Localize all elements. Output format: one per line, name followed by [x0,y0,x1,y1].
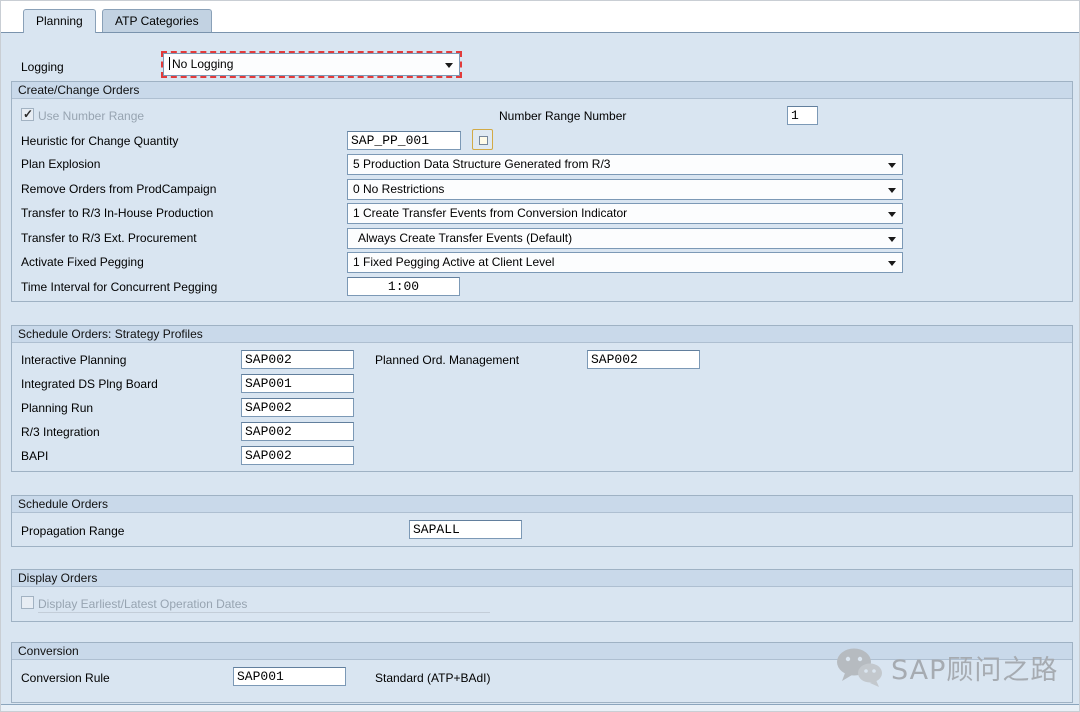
display-earliest-latest-label: Display Earliest/Latest Operation Dates [38,597,247,611]
propagation-range-input[interactable] [409,520,522,539]
tab-planning[interactable]: Planning [23,9,96,33]
plan-explosion-value: 5 Production Data Structure Generated fr… [353,157,610,171]
group-strategy-profiles: Schedule Orders: Strategy Profiles [11,325,1073,472]
dropdown-arrow-icon [888,212,896,217]
watermark: SAP顾问之路 [835,646,1058,688]
logging-value: No Logging [172,57,233,71]
transfer-inhouse-dropdown[interactable]: 1 Create Transfer Events from Conversion… [347,203,903,224]
transfer-ext-label: Transfer to R/3 Ext. Procurement [21,231,197,245]
heuristic-input[interactable] [347,131,461,150]
tab-planning-label: Planning [36,14,83,28]
dropdown-arrow-icon [888,188,896,193]
number-range-number-input[interactable] [787,106,818,125]
number-range-number-label: Number Range Number [499,109,626,123]
group-title-schedule-orders: Schedule Orders [12,496,1072,513]
heuristic-detail-button[interactable] [472,129,493,150]
transfer-ext-value: Always Create Transfer Events (Default) [358,231,572,245]
activate-pegging-value: 1 Fixed Pegging Active at Client Level [353,255,554,269]
planning-run-label: Planning Run [21,401,93,415]
conversion-rule-input[interactable] [233,667,346,686]
group-title-strategy-profiles: Schedule Orders: Strategy Profiles [12,326,1072,343]
bapi-label: BAPI [21,449,48,463]
use-number-range-label: Use Number Range [38,109,144,123]
interactive-planning-input[interactable] [241,350,354,369]
remove-orders-label: Remove Orders from ProdCampaign [21,182,216,196]
group-schedule-orders: Schedule Orders [11,495,1073,547]
group-title-create-change-orders: Create/Change Orders [12,82,1072,99]
logging-label: Logging [21,60,64,74]
time-interval-label: Time Interval for Concurrent Pegging [21,280,217,294]
dropdown-arrow-icon [888,163,896,168]
dropdown-arrow-icon [445,63,453,68]
tab-atp-categories[interactable]: ATP Categories [102,9,212,32]
bapi-input[interactable] [241,446,354,465]
time-interval-input[interactable] [347,277,460,296]
integrated-ds-plng-board-label: Integrated DS Plng Board [21,377,158,391]
activate-pegging-dropdown[interactable]: 1 Fixed Pegging Active at Client Level [347,252,903,273]
group-title-display-orders: Display Orders [12,570,1072,587]
tab-atp-categories-label: ATP Categories [115,14,199,28]
r3-integration-label: R/3 Integration [21,425,100,439]
use-number-range-checkbox [21,108,34,121]
disabled-field-underline [38,612,490,613]
dropdown-arrow-icon [888,237,896,242]
interactive-planning-label: Interactive Planning [21,353,126,367]
planning-run-input[interactable] [241,398,354,417]
conversion-rule-label: Conversion Rule [21,671,110,685]
bottom-strip [1,705,1080,712]
transfer-ext-dropdown[interactable]: Always Create Transfer Events (Default) [347,228,903,249]
propagation-range-label: Propagation Range [21,524,124,538]
remove-orders-dropdown[interactable]: 0 No Restrictions [347,179,903,200]
planned-ord-management-input[interactable] [587,350,700,369]
transfer-inhouse-value: 1 Create Transfer Events from Conversion… [353,206,627,220]
r3-integration-input[interactable] [241,422,354,441]
remove-orders-value: 0 No Restrictions [353,182,444,196]
wechat-icon [835,646,883,688]
plan-explosion-label: Plan Explosion [21,157,100,171]
heuristic-label: Heuristic for Change Quantity [21,134,178,148]
conversion-standard-text: Standard (ATP+BAdI) [375,671,491,685]
display-earliest-latest-checkbox [21,596,34,609]
text-cursor [169,57,170,70]
activate-pegging-label: Activate Fixed Pegging [21,255,144,269]
watermark-text: SAP顾问之路 [891,648,1058,687]
sap-planning-screen: Planning ATP Categories Logging No Loggi… [0,0,1080,712]
logging-dropdown[interactable]: No Logging [163,53,460,76]
integrated-ds-plng-board-input[interactable] [241,374,354,393]
plan-explosion-dropdown[interactable]: 5 Production Data Structure Generated fr… [347,154,903,175]
planned-ord-management-label: Planned Ord. Management [375,353,519,367]
transfer-inhouse-label: Transfer to R/3 In-House Production [21,206,213,220]
dropdown-arrow-icon [888,261,896,266]
group-display-orders: Display Orders [11,569,1073,622]
